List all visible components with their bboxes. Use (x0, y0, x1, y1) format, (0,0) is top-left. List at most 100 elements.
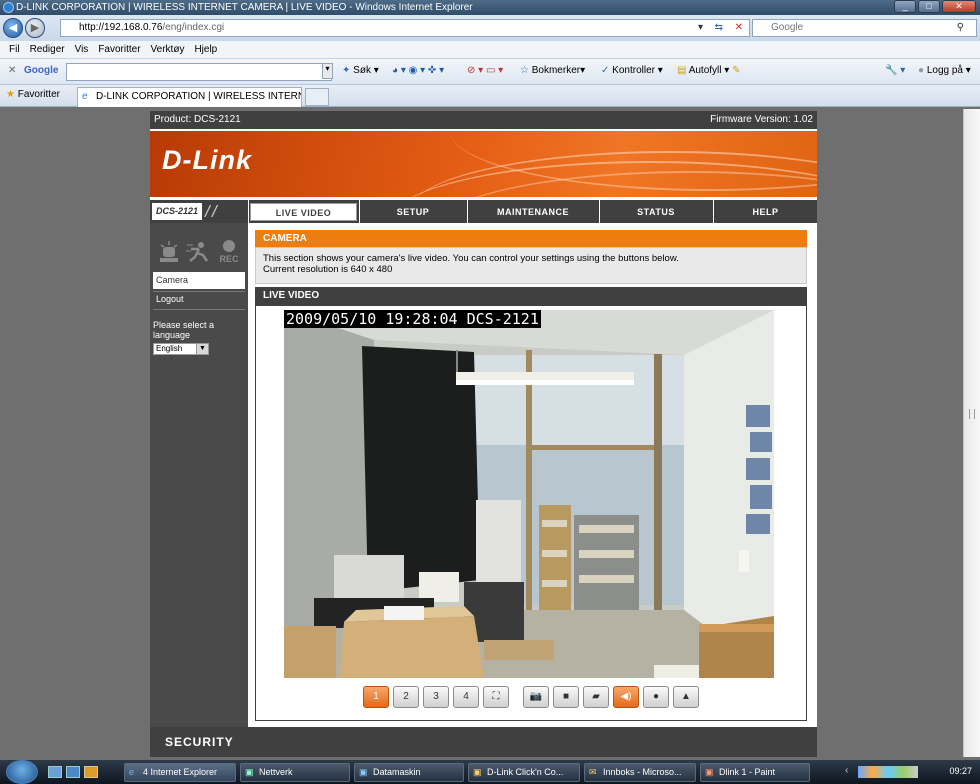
main-content: CAMERA This section shows your camera's … (248, 223, 817, 727)
tab-help[interactable]: HELP (714, 203, 817, 221)
scroll-grip-icon (969, 409, 975, 419)
autofill-button[interactable]: ▤ Autofyll ▾ ✎ (677, 65, 740, 76)
autofill-icon: ▤ (677, 65, 687, 76)
login-button[interactable]: ● Logg på ▾ (918, 65, 971, 76)
address-host: http://192.168.0.76 (79, 22, 163, 33)
google-toolbar: ✕ Google ▾ ✦ Søk ▾ ◕ ▾ ◉ ▾ ✜ ▾ ⊘ ▾ ▭ ▾ ☆… (0, 59, 980, 85)
search-icon[interactable]: ⚲ (957, 20, 964, 36)
brand-banner: D-Link (150, 131, 817, 197)
address-row: ◀ ▶ http://192.168.0.76/eng/index.cgi ▾ … (0, 15, 980, 41)
dlink-logo: D-Link (162, 145, 252, 175)
tray-icons[interactable] (858, 766, 918, 778)
spellcheck-button[interactable]: ✓ Kontroller ▾ (601, 65, 663, 76)
menu-help[interactable]: Hjelp (189, 41, 222, 58)
record-button[interactable]: ■ (553, 686, 579, 708)
back-button[interactable]: ◀ (3, 18, 23, 38)
taskbar-item-label: Datamaskin (373, 767, 421, 777)
toolbar-close-icon[interactable]: ✕ (8, 65, 16, 76)
media-player-icon[interactable] (84, 766, 98, 778)
storage-button[interactable]: ▰ (583, 686, 609, 708)
language-select[interactable]: English ▼ (153, 343, 209, 355)
taskbar-item-network[interactable]: ▣ Nettverk (240, 763, 350, 782)
new-tab-button[interactable] (305, 88, 329, 106)
google-dropdown-icon[interactable]: ▾ (322, 63, 333, 79)
taskbar-item-paint[interactable]: ▣ Dlink 1 - Paint (700, 763, 810, 782)
menu-file[interactable]: Fil (4, 41, 25, 58)
google-search-label: Søk (353, 65, 371, 76)
wrench-icon[interactable]: 🔧 ▾ (885, 65, 905, 76)
computer-icon: ▣ (359, 767, 368, 777)
menu-view[interactable]: Vis (70, 41, 94, 58)
fullscreen-button[interactable]: ⛶ (483, 686, 509, 708)
camera-description-line: This section shows your camera's live vi… (263, 253, 679, 264)
view-4-button[interactable]: 4 (453, 686, 479, 708)
speaker-button[interactable]: ◀) (613, 686, 639, 708)
menu-favorites[interactable]: Favoritter (93, 41, 145, 58)
address-dropdown-icon[interactable]: ▾ (698, 20, 703, 36)
google-search-icon: ✦ (342, 65, 351, 76)
favorites-label: Favoritter (17, 89, 60, 100)
view-1-button[interactable]: 1 (363, 686, 389, 708)
stop-icon[interactable]: ✕ (735, 20, 743, 36)
snapshot-button[interactable]: 📷 (523, 686, 549, 708)
google-search-input[interactable] (66, 63, 332, 81)
microphone-button[interactable]: ● (643, 686, 669, 708)
taskbar-item-inbox[interactable]: ✉ Innboks - Microso... (584, 763, 696, 782)
tab-live-video[interactable]: LIVE VIDEO (250, 203, 357, 221)
microphone-icon: ● (652, 691, 660, 702)
paint-icon: ▣ (705, 767, 714, 777)
bookmarks-button[interactable]: ☆ Bokmerker▾ (520, 65, 585, 76)
taskbar-item-dlink-click[interactable]: ▣ D-Link Click'n Co... (468, 763, 580, 782)
taskbar-item-computer[interactable]: ▣ Datamaskin (354, 763, 464, 782)
menu-edit[interactable]: Rediger (25, 41, 70, 58)
menu-tools[interactable]: Verktøy (146, 41, 190, 58)
maximize-button[interactable]: □ (918, 0, 940, 13)
view-3-button[interactable]: 3 (423, 686, 449, 708)
globe-icon[interactable]: ◕ ▾ ◉ ▾ ✜ ▾ (392, 65, 444, 76)
snapshot-icon: 📷 (529, 691, 543, 702)
popup-blocker-icon[interactable]: ⊘ ▾ ▭ ▾ (467, 65, 503, 76)
favorites-star-icon: ★ (6, 89, 15, 100)
address-bar[interactable]: http://192.168.0.76/eng/index.cgi ▾ ⇆ ✕ (60, 19, 750, 37)
page-scrollbar[interactable] (963, 109, 980, 757)
tab-status[interactable]: STATUS (600, 203, 712, 221)
browser-tab[interactable]: e D-LINK CORPORATION | WIRELESS INTERNET… (77, 87, 302, 107)
live-video-heading: LIVE VIDEO (255, 287, 807, 305)
product-label: Product: DCS-2121 (154, 114, 241, 125)
spellcheck-icon: ✓ (601, 65, 610, 76)
start-button[interactable] (6, 760, 38, 784)
sidebar-item-logout[interactable]: Logout (153, 291, 245, 308)
close-window-button[interactable]: ✕ (942, 0, 976, 13)
camera-image (284, 310, 774, 678)
google-search-button[interactable]: ✦ Søk ▾ (342, 65, 379, 76)
outlook-icon: ✉ (589, 767, 597, 777)
live-video-feed[interactable]: 2009/05/10 19:28:04 DCS-2121 (284, 310, 774, 678)
view-2-button[interactable]: 2 (393, 686, 419, 708)
slash-decor: / (212, 202, 217, 221)
pencil-icon: ✎ (732, 65, 741, 76)
product-bar: Product: DCS-2121 Firmware Version: 1.02 (150, 111, 817, 129)
forward-button[interactable]: ▶ (25, 18, 45, 38)
browser-search-input[interactable]: Google ⚲ (752, 19, 977, 37)
taskbar-item-ie[interactable]: e 4 Internet Explorer (124, 763, 236, 782)
tab-setup[interactable]: SETUP (360, 203, 466, 221)
tab-maintenance[interactable]: MAINTENANCE (468, 203, 598, 221)
taskbar-item-label: Nettverk (259, 767, 293, 777)
taskbar-item-label: Innboks - Microso... (603, 767, 682, 777)
star-icon: ☆ (520, 65, 529, 76)
sidebar-item-camera[interactable]: Camera (153, 272, 245, 289)
taskbar-item-label: Dlink 1 - Paint (719, 767, 776, 777)
alert-button[interactable]: ▲ (673, 686, 699, 708)
refresh-icon[interactable]: ⇆ (715, 20, 723, 36)
sidebar: REC Camera Logout Please select a langua… (150, 223, 248, 727)
view-4-icon: 4 (463, 691, 469, 702)
camera-description: This section shows your camera's live vi… (255, 247, 807, 284)
favorites-button[interactable]: ★ Favoritter (6, 89, 60, 100)
show-desktop-icon[interactable] (48, 766, 62, 778)
minimize-button[interactable]: _ (894, 0, 916, 13)
switch-windows-icon[interactable] (66, 766, 80, 778)
alert-icon: ▲ (681, 691, 691, 702)
search-placeholder: Google (771, 22, 804, 33)
slash-decor: / (205, 202, 210, 221)
tray-expand-icon[interactable]: ‹ (845, 765, 848, 776)
